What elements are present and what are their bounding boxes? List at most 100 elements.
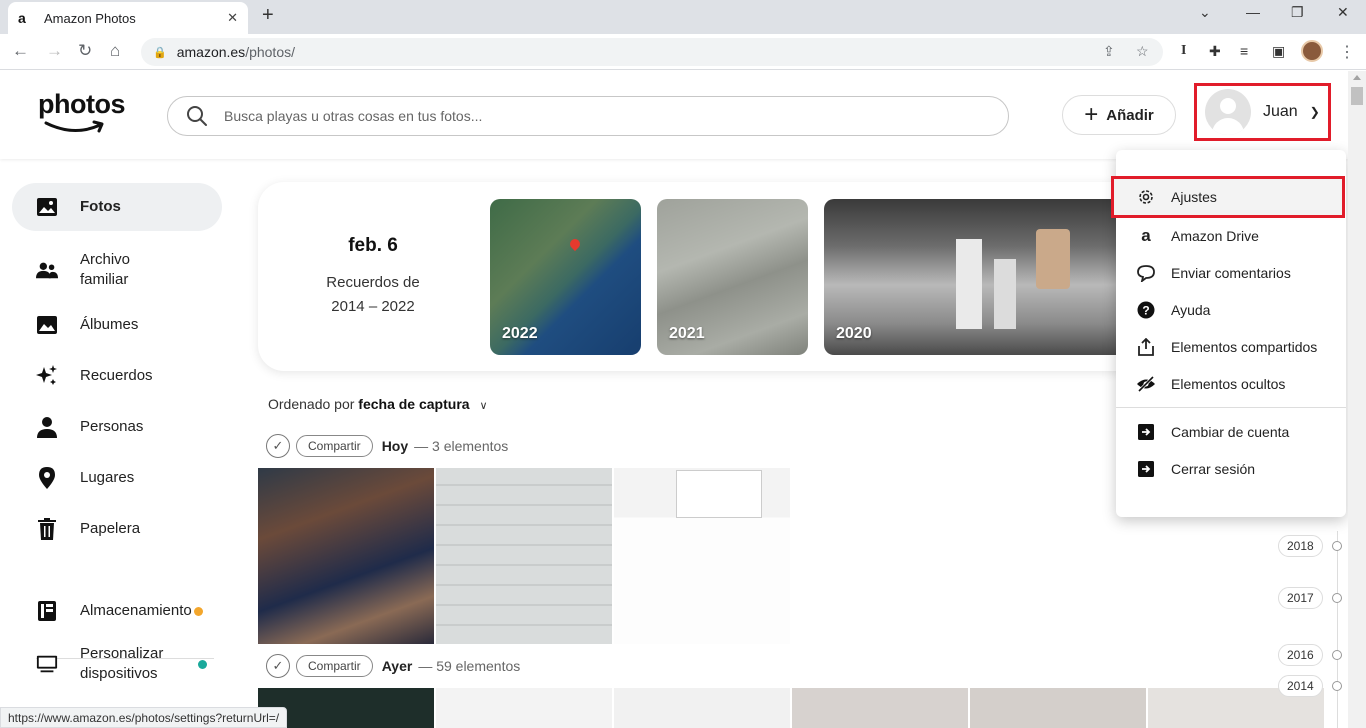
menu-item-cambiar-de-cuenta[interactable]: Cambiar de cuenta (1116, 413, 1346, 450)
photo-row (258, 688, 1324, 728)
tab-search-chevron-icon[interactable]: ⌄ (1199, 4, 1211, 21)
memory-year: 2020 (836, 325, 872, 342)
device-status-dot (198, 659, 207, 669)
menu-item-amazon-drive[interactable]: a Amazon Drive (1116, 217, 1346, 254)
user-dropdown-menu: Ajustes a Amazon Drive Enviar comentario… (1111, 150, 1346, 517)
share-group-button[interactable]: Compartir (296, 655, 373, 677)
sidebar: Fotos Archivo familiar Álbumes Recuerdos… (0, 159, 240, 728)
forward-icon[interactable]: → (46, 41, 63, 61)
menu-item-ayuda[interactable]: ? Ayuda (1116, 291, 1346, 328)
close-window-icon[interactable]: ✕ (1337, 4, 1349, 21)
switch-account-icon (1136, 422, 1156, 442)
menu-item-label: Amazon Drive (1171, 227, 1259, 244)
chevron-down-icon: ❯ (1309, 105, 1320, 119)
timeline-dot (1332, 650, 1342, 660)
photo-thumbnail[interactable] (258, 468, 434, 644)
lock-icon: 🔒 (153, 46, 167, 59)
sidebar-item-label: Lugares (80, 469, 135, 486)
side-panel-icon[interactable]: ▣ (1272, 43, 1285, 60)
sidebar-item-archivo-familiar[interactable]: Archivo familiar (12, 243, 222, 297)
user-menu-button[interactable]: Juan ❯ (1194, 83, 1331, 141)
sidebar-item-label: Recuerdos (80, 367, 153, 384)
scroll-up-icon[interactable] (1353, 75, 1361, 80)
url-path: /photos/ (245, 44, 296, 60)
sidebar-item-label: Archivo familiar (80, 251, 131, 288)
device-icon (36, 653, 58, 675)
bookmark-star-icon[interactable]: ☆ (1136, 43, 1149, 60)
sidebar-item-albumes[interactable]: Álbumes (12, 301, 222, 349)
sidebar-item-personalizar-dispositivos[interactable]: Personalizar dispositivos (12, 636, 222, 692)
gear-icon (1136, 187, 1156, 207)
timeline-year[interactable]: 2014 (1278, 675, 1323, 697)
scrollbar-thumb[interactable] (1351, 87, 1363, 105)
sidebar-item-label: Papelera (80, 520, 141, 537)
photos-logo[interactable]: photos (38, 89, 125, 120)
page-scrollbar[interactable] (1348, 71, 1366, 728)
memory-card-2020[interactable]: 2020 (824, 199, 1134, 355)
sidebar-item-lugares[interactable]: Lugares (12, 454, 222, 502)
timeline-dot (1332, 593, 1342, 603)
timeline-year[interactable]: 2016 (1278, 644, 1323, 666)
reload-icon[interactable]: ↻ (78, 41, 92, 61)
sidebar-item-recuerdos[interactable]: Recuerdos (12, 352, 222, 400)
memory-card-2022[interactable]: 2022 (490, 199, 641, 355)
timeline-year[interactable]: 2018 (1278, 535, 1323, 557)
photo-thumbnail[interactable] (614, 468, 790, 644)
share-group-button[interactable]: Compartir (296, 435, 373, 457)
home-icon[interactable]: ⌂ (110, 41, 120, 61)
menu-item-enviar-comentarios[interactable]: Enviar comentarios (1116, 254, 1346, 291)
menu-item-elementos-compartidos[interactable]: Elementos compartidos (1116, 328, 1346, 365)
menu-divider (1116, 407, 1346, 408)
memories-date: feb. 6 (348, 234, 398, 256)
timeline-dot (1332, 681, 1342, 691)
memories-subtitle: Recuerdos de 2014 – 2022 (326, 273, 420, 315)
menu-item-cerrar-sesion[interactable]: Cerrar sesión (1116, 450, 1346, 487)
close-tab-icon[interactable]: ✕ (227, 10, 238, 26)
search-box[interactable] (167, 96, 1009, 136)
restore-icon[interactable]: ❐ (1291, 4, 1304, 21)
menu-item-ajustes[interactable]: Ajustes (1111, 176, 1345, 218)
link-status-bar: https://www.amazon.es/photos/settings?re… (0, 707, 288, 728)
memory-card-2021[interactable]: 2021 (657, 199, 808, 355)
search-input[interactable] (224, 108, 1008, 124)
browser-menu-icon[interactable]: ⋮ (1339, 42, 1355, 62)
add-button[interactable]: + Añadir (1062, 95, 1176, 135)
photo-thumbnail[interactable] (792, 688, 968, 728)
photo-thumbnail[interactable] (614, 688, 790, 728)
sidebar-item-almacenamiento[interactable]: Almacenamiento (12, 587, 222, 635)
browser-tab[interactable]: a Amazon Photos ✕ (8, 2, 248, 34)
address-bar[interactable]: 🔒 amazon.es /photos/ ⇪ ☆ (141, 38, 1163, 66)
extension-i-icon[interactable]: I (1181, 43, 1186, 59)
year-timeline[interactable] (1337, 531, 1338, 728)
sidebar-item-papelera[interactable]: Papelera (12, 505, 222, 553)
browser-profile-avatar[interactable] (1301, 40, 1323, 62)
sign-out-icon (1136, 459, 1156, 479)
plus-icon: + (1084, 101, 1099, 128)
memories-text: feb. 6 Recuerdos de 2014 – 2022 (278, 182, 468, 371)
select-group-check-icon[interactable]: ✓ (266, 654, 290, 678)
minimize-icon[interactable]: — (1246, 4, 1260, 20)
menu-item-elementos-ocultos[interactable]: Elementos ocultos (1116, 365, 1346, 402)
memories-card[interactable]: feb. 6 Recuerdos de 2014 – 2022 2022 202… (258, 182, 1150, 371)
user-avatar (1205, 89, 1251, 135)
menu-item-label: Enviar comentarios (1171, 264, 1291, 281)
photo-thumbnail[interactable] (436, 468, 612, 644)
photo-thumbnail[interactable] (970, 688, 1146, 728)
select-group-check-icon[interactable]: ✓ (266, 434, 290, 458)
amazon-smile-icon (44, 120, 104, 133)
back-icon[interactable]: ← (12, 41, 29, 61)
sidebar-item-personas[interactable]: Personas (12, 403, 222, 451)
sidebar-item-fotos[interactable]: Fotos (12, 183, 222, 231)
sidebar-item-label: Fotos (80, 198, 121, 215)
photo-thumbnail[interactable] (436, 688, 612, 728)
timeline-dot (1332, 541, 1342, 551)
photo-icon (36, 196, 58, 218)
media-queue-icon[interactable]: ≡ (1240, 43, 1248, 59)
extensions-puzzle-icon[interactable]: ✚ (1209, 43, 1221, 60)
share-page-icon[interactable]: ⇪ (1103, 43, 1115, 60)
place-icon (36, 467, 58, 489)
timeline-year[interactable]: 2017 (1278, 587, 1323, 609)
new-tab-icon[interactable]: + (262, 4, 274, 27)
sort-dropdown[interactable]: Ordenado por fecha de captura ∨ (268, 396, 488, 412)
person-icon (36, 416, 58, 438)
